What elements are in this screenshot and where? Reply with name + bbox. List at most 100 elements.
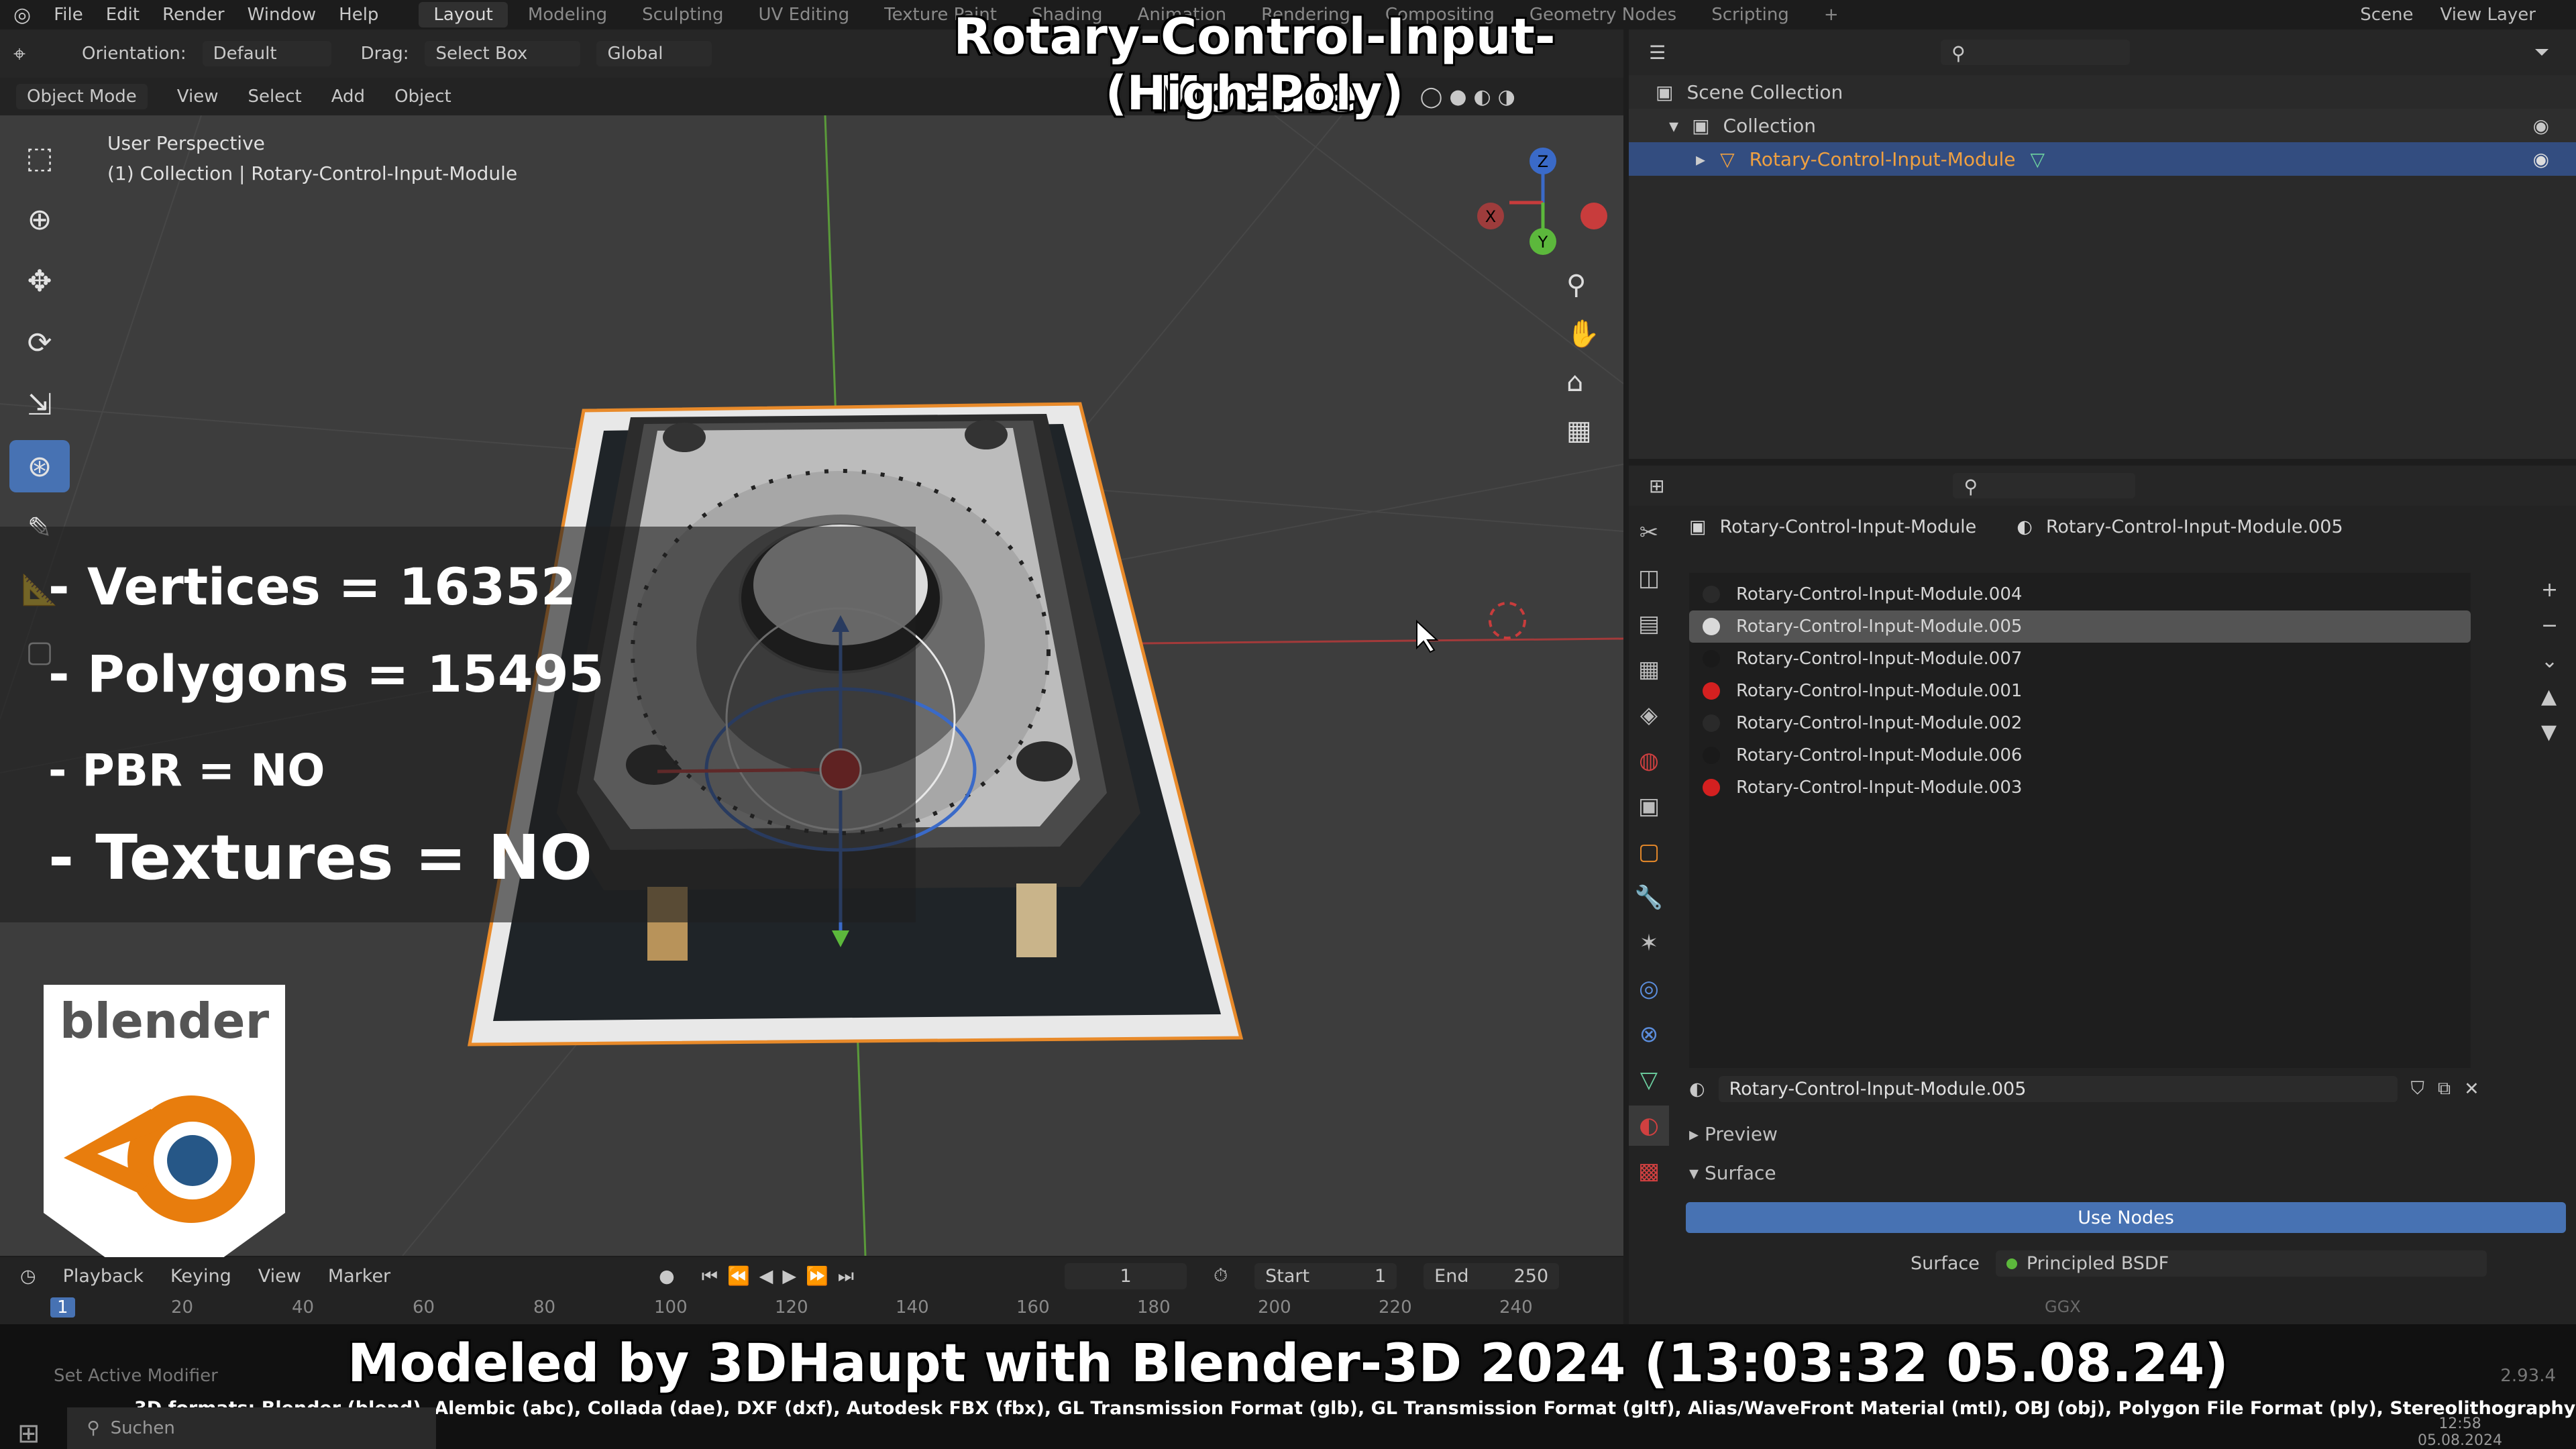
world-tab-icon[interactable]: ◍ — [1629, 741, 1669, 781]
frame-ruler-tick: 240 — [1499, 1297, 1533, 1318]
tool-tab-icon[interactable]: ✂ — [1629, 513, 1669, 553]
move-up-icon[interactable]: ▲ — [2541, 685, 2558, 708]
menu-render[interactable]: Render — [162, 5, 225, 25]
tab-uv-editing[interactable]: UV Editing — [744, 2, 865, 28]
orientation-dropdown[interactable]: Default — [202, 41, 331, 66]
scale-tool-icon[interactable]: ⇲ — [9, 378, 70, 431]
properties-search-field[interactable]: ⚲ — [1953, 473, 2136, 498]
material-slot-item[interactable]: Rotary-Control-Input-Module.006 — [1689, 739, 2471, 771]
material-name-field[interactable]: Rotary-Control-Input-Module.005 — [1718, 1075, 2398, 1102]
zoom-icon[interactable]: ⚲ — [1566, 270, 1600, 301]
visibility-eye-icon[interactable]: ◉ — [2533, 115, 2576, 137]
material-slot-item[interactable]: Rotary-Control-Input-Module.003 — [1689, 771, 2471, 804]
scene-selector[interactable]: Scene — [2360, 5, 2413, 25]
scene-tab-icon[interactable]: ◈ — [1629, 695, 1669, 735]
view-menu[interactable]: View — [258, 1266, 301, 1287]
menu-view[interactable]: View — [177, 87, 219, 107]
record-icon[interactable]: ● — [659, 1266, 675, 1287]
material-slot-item[interactable]: Rotary-Control-Input-Module.004 — [1689, 578, 2471, 610]
fake-user-icon[interactable]: ⛉ — [2411, 1078, 2424, 1099]
surface-section-header[interactable]: ▾ Surface — [1689, 1162, 1776, 1184]
menu-select[interactable]: Select — [248, 87, 302, 107]
editor-type-icon[interactable]: ⌖ — [13, 41, 25, 67]
menu-object[interactable]: Object — [394, 87, 451, 107]
tab-sculpting[interactable]: Sculpting — [627, 2, 738, 28]
material-slot-item[interactable]: Rotary-Control-Input-Module.007 — [1689, 643, 2471, 675]
output-tab-icon[interactable]: ▤ — [1629, 604, 1669, 644]
particles-tab-icon[interactable]: ✶ — [1629, 923, 1669, 963]
properties-editor-icon[interactable]: ⊞ — [1649, 475, 1664, 497]
blender-icon[interactable]: ◎ — [13, 3, 31, 27]
timeline-editor-icon[interactable]: ◷ — [20, 1266, 36, 1287]
outliner-editor-icon[interactable]: ☰ — [1649, 42, 1666, 64]
view-layer-tab-icon[interactable]: ▦ — [1629, 649, 1669, 690]
outliner-row-scene-collection[interactable]: ▣ Scene Collection — [1629, 75, 2576, 109]
material-slot-item[interactable]: Rotary-Control-Input-Module.005 — [1689, 610, 2471, 643]
camera-view-icon[interactable]: ⌂ — [1566, 367, 1600, 398]
material-browse-icon[interactable]: ◐ — [1689, 1079, 1705, 1099]
expand-arrow-icon[interactable]: ▸ — [1696, 148, 1705, 170]
add-slot-icon[interactable]: + — [2541, 578, 2558, 602]
outliner-row-collection[interactable]: ▾ ▣ Collection ◉ — [1629, 109, 2576, 142]
frame-ruler[interactable]: 1 20 40 60 80 100 120 140 160 180 200 220 240 — [0, 1295, 1623, 1319]
playback-menu[interactable]: Playback — [63, 1266, 144, 1287]
preview-section-header[interactable]: ▸ Preview — [1689, 1123, 1778, 1145]
duplicate-material-icon[interactable]: ⧉ — [2438, 1078, 2451, 1099]
outliner-search-field[interactable]: ⚲ — [1941, 40, 2131, 65]
transform-tool-icon[interactable]: ⊛ — [9, 440, 70, 492]
move-down-icon[interactable]: ▼ — [2541, 720, 2558, 744]
view-layer-selector[interactable]: View Layer — [2440, 5, 2536, 25]
material-slot-item[interactable]: Rotary-Control-Input-Module.001 — [1689, 675, 2471, 707]
stopwatch-icon[interactable]: ⏱ — [1214, 1265, 1228, 1287]
modifier-tab-icon[interactable]: 🔧 — [1629, 877, 1669, 918]
add-workspace-icon[interactable]: + — [1809, 2, 1854, 28]
mode-dropdown[interactable]: Object Mode — [16, 84, 148, 109]
select-box-tool-icon[interactable]: ⬚ — [9, 131, 70, 184]
material-slot-label: Rotary-Control-Input-Module.001 — [1736, 681, 2023, 701]
constraints-tab-icon[interactable]: ⊗ — [1629, 1014, 1669, 1055]
filter-icon[interactable]: ⏷ — [2534, 41, 2576, 64]
windows-start-icon[interactable]: ⊞ — [17, 1418, 40, 1449]
current-frame-field[interactable]: 1 — [1065, 1263, 1187, 1289]
texture-tab-icon[interactable]: ▩ — [1629, 1151, 1669, 1191]
collection-tab-icon[interactable]: ▣ — [1629, 786, 1669, 826]
render-tab-icon[interactable]: ◫ — [1629, 558, 1669, 598]
cursor-tool-icon[interactable]: ⊕ — [9, 193, 70, 246]
tab-layout[interactable]: Layout — [419, 2, 508, 28]
move-tool-icon[interactable]: ✥ — [9, 255, 70, 307]
textures-status: - Textures = NO — [48, 822, 592, 894]
start-frame-field[interactable]: Start 1 — [1254, 1263, 1397, 1289]
slot-menu-icon[interactable]: ⌄ — [2541, 649, 2558, 673]
use-nodes-button[interactable]: Use Nodes — [1686, 1202, 2566, 1233]
end-frame-field[interactable]: End 250 — [1424, 1263, 1560, 1289]
tab-modeling[interactable]: Modeling — [513, 2, 622, 28]
pan-hand-icon[interactable]: ✋ — [1566, 318, 1600, 350]
menu-file[interactable]: File — [54, 5, 83, 25]
taskbar-clock[interactable]: 12:58 05.08.2024 — [2418, 1415, 2502, 1449]
menu-edit[interactable]: Edit — [106, 5, 140, 25]
navigation-gizmo[interactable]: Z X Y — [1462, 142, 1623, 263]
menu-help[interactable]: Help — [339, 5, 378, 25]
transform-orientation-dropdown[interactable]: Global — [596, 41, 712, 66]
visibility-eye-icon[interactable]: ◉ — [2533, 148, 2576, 170]
keying-menu[interactable]: Keying — [170, 1266, 231, 1287]
physics-tab-icon[interactable]: ◎ — [1629, 969, 1669, 1009]
playback-controls[interactable]: ⏮⏪◀▶⏩⏭ — [702, 1265, 863, 1287]
ortho-grid-icon[interactable]: ▦ — [1566, 415, 1600, 446]
data-tab-icon[interactable]: ▽ — [1629, 1060, 1669, 1100]
menu-add[interactable]: Add — [331, 87, 365, 107]
surface-shader-field[interactable]: Principled BSDF — [1995, 1250, 2487, 1277]
expand-arrow-icon[interactable]: ▾ — [1669, 115, 1678, 137]
drag-dropdown[interactable]: Select Box — [425, 41, 581, 66]
rotate-tool-icon[interactable]: ⟳ — [9, 317, 70, 369]
object-tab-icon[interactable]: ▢ — [1629, 832, 1669, 872]
menu-window[interactable]: Window — [248, 5, 317, 25]
remove-slot-icon[interactable]: − — [2541, 614, 2558, 637]
tab-scripting[interactable]: Scripting — [1697, 2, 1804, 28]
marker-menu[interactable]: Marker — [328, 1266, 390, 1287]
outliner-row-object[interactable]: ▸ ▽ Rotary-Control-Input-Module ▽ ◉ — [1629, 142, 2576, 176]
breadcrumb-material: Rotary-Control-Input-Module.005 — [2045, 517, 2343, 537]
material-slot-item[interactable]: Rotary-Control-Input-Module.002 — [1689, 707, 2471, 739]
material-tab-icon[interactable]: ◐ — [1629, 1106, 1669, 1146]
unlink-material-icon[interactable]: ✕ — [2464, 1079, 2479, 1099]
